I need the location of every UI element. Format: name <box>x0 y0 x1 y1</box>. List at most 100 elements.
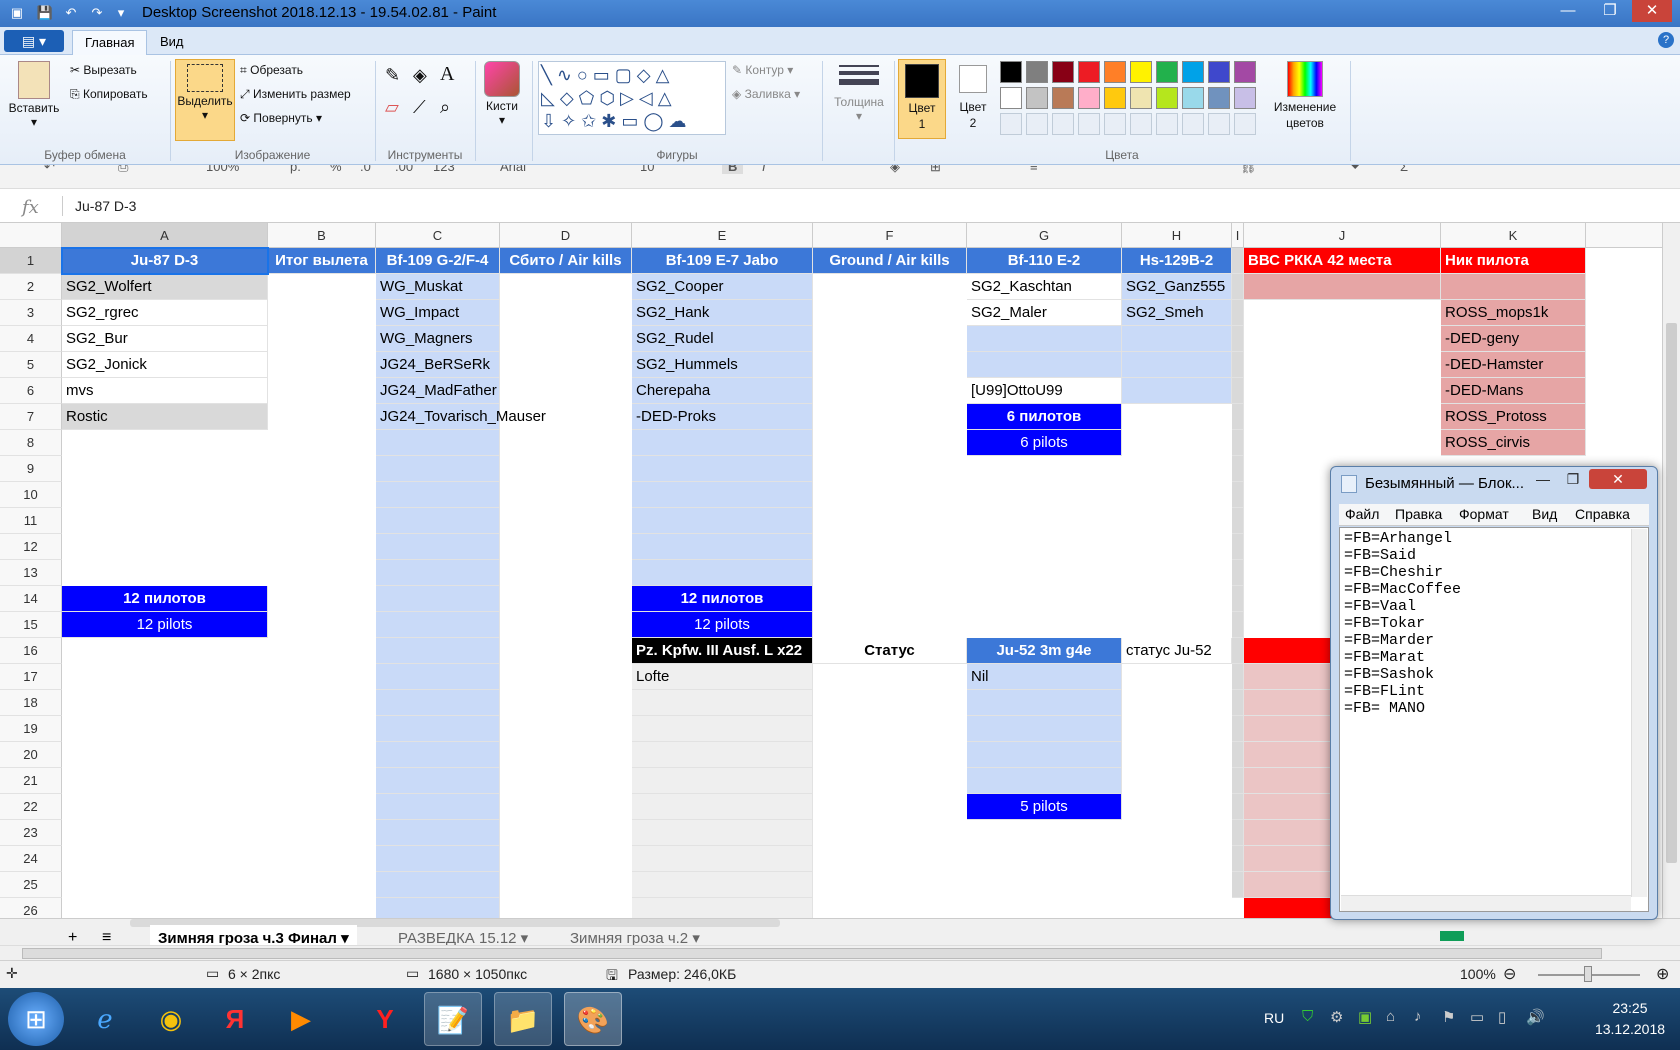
cell-h5[interactable] <box>1122 352 1232 378</box>
notepad-close-button[interactable]: ✕ <box>1589 469 1647 489</box>
cell-a1[interactable]: Ju-87 D-3 <box>62 248 268 274</box>
cell-e18[interactable] <box>632 690 813 716</box>
palette-swatch[interactable] <box>1026 61 1048 83</box>
row-header[interactable]: 11 <box>0 508 62 534</box>
row-header[interactable]: 13 <box>0 560 62 586</box>
cell-c7[interactable]: JG24_Tovarisch_Mauser <box>376 404 546 430</box>
palette-swatch[interactable] <box>1130 87 1152 109</box>
cell-i8[interactable] <box>1232 430 1244 456</box>
cell-j2[interactable] <box>1244 274 1441 300</box>
cell-g22[interactable]: 5 pilots <box>967 794 1122 820</box>
row-header[interactable]: 26 <box>0 898 62 918</box>
color1-button[interactable]: Цвет 1 <box>898 59 946 139</box>
cell-h16[interactable]: статус Ju-52 <box>1122 638 1232 664</box>
vertical-scrollbar[interactable] <box>1662 223 1680 918</box>
cell-c16[interactable] <box>376 638 500 664</box>
cell-a4[interactable]: SG2_Bur <box>62 326 268 352</box>
cell-i11[interactable] <box>1232 508 1244 534</box>
palette-swatch-empty[interactable] <box>1104 113 1126 135</box>
cell-e14[interactable]: 12 пилотов <box>632 586 813 612</box>
palette-swatch[interactable] <box>1234 61 1256 83</box>
crop-button[interactable]: ⌗ Обрезать <box>240 63 303 78</box>
palette-swatch-empty[interactable] <box>1208 113 1230 135</box>
cell-c15[interactable] <box>376 612 500 638</box>
outline-button[interactable]: ✎ Контур ▾ <box>732 63 793 77</box>
cell-c2[interactable]: WG_Muskat <box>376 274 500 300</box>
italic-icon[interactable]: I <box>762 165 766 174</box>
palette-swatch[interactable] <box>1104 87 1126 109</box>
cell-f16[interactable]: Статус <box>813 638 967 664</box>
cell-c25[interactable] <box>376 872 500 898</box>
cell-e15[interactable]: 12 pilots <box>632 612 813 638</box>
chrome-icon[interactable]: ◉ <box>142 992 200 1046</box>
cell-g6[interactable]: [U99]OttoU99 <box>967 378 1122 404</box>
cell-c5[interactable]: JG24_BeRSeRk <box>376 352 500 378</box>
row-header[interactable]: 4 <box>0 326 62 352</box>
row-header[interactable]: 19 <box>0 716 62 742</box>
cell-c18[interactable] <box>376 690 500 716</box>
cell-k6[interactable]: -DED-Mans <box>1441 378 1586 404</box>
copy-button[interactable]: ⎘ Копировать <box>70 87 148 102</box>
cell-e22[interactable] <box>632 794 813 820</box>
cell-i21[interactable] <box>1232 768 1244 794</box>
cell-c14[interactable] <box>376 586 500 612</box>
magnifier-icon[interactable]: ⌕ <box>440 97 450 118</box>
cell-c11[interactable] <box>376 508 500 534</box>
paint-app-icon[interactable]: ▣ <box>8 4 26 22</box>
cell-e5[interactable]: SG2_Hummels <box>632 352 813 378</box>
yandex-browser-icon[interactable]: Y <box>356 992 414 1046</box>
cell-g5[interactable] <box>967 352 1122 378</box>
color-picker-icon[interactable]: ⟋ <box>413 97 426 118</box>
palette-swatch-empty[interactable] <box>1052 113 1074 135</box>
shield-icon[interactable]: ⛉ <box>1302 1008 1313 1025</box>
currency-button[interactable]: р. <box>290 165 301 174</box>
cell-i10[interactable] <box>1232 482 1244 508</box>
align-icon[interactable]: ≡ <box>1030 165 1038 174</box>
cell-e2[interactable]: SG2_Cooper <box>632 274 813 300</box>
font-size-select[interactable]: 10 <box>640 165 654 174</box>
cell-e4[interactable]: SG2_Rudel <box>632 326 813 352</box>
palette-swatch[interactable] <box>1078 87 1100 109</box>
cell-k5[interactable]: -DED-Hamster <box>1441 352 1586 378</box>
cell-a7[interactable]: Rostic <box>62 404 268 430</box>
cell-g1[interactable]: Bf-110 E-2 <box>967 248 1122 274</box>
cell-e6[interactable]: Cherepaha <box>632 378 813 404</box>
maximize-button[interactable]: ❐ <box>1590 0 1630 22</box>
row-header[interactable]: 3 <box>0 300 62 326</box>
zoom-select[interactable]: 100% <box>206 165 239 174</box>
cell-c13[interactable] <box>376 560 500 586</box>
row-header[interactable]: 18 <box>0 690 62 716</box>
cell-e16[interactable]: Pz. Kpfw. III Ausf. L x22 <box>632 638 813 664</box>
notepad-text-area[interactable]: =FB=Arhangel =FB=Said =FB=Cheshir =FB=Ma… <box>1339 527 1649 912</box>
speaker-icon[interactable]: 🔊 <box>1526 1008 1545 1026</box>
vertical-scroll-thumb[interactable] <box>1666 323 1677 863</box>
palette-swatch[interactable] <box>1052 61 1074 83</box>
help-icon[interactable]: ? <box>1658 32 1674 48</box>
row-header[interactable]: 25 <box>0 872 62 898</box>
cell-c9[interactable] <box>376 456 500 482</box>
cell-c8[interactable] <box>376 430 500 456</box>
row-header[interactable]: 2 <box>0 274 62 300</box>
clock[interactable]: 23:25 13.12.2018 <box>1585 998 1675 1040</box>
palette-swatch[interactable] <box>1208 87 1230 109</box>
resize-button[interactable]: ⤢ Изменить размер <box>240 87 351 102</box>
sheet-tab-active[interactable]: Зимняя гроза ч.3 Финал ▾ <box>150 925 357 945</box>
size-button[interactable]: Толщина ▾ <box>828 61 890 123</box>
color2-button[interactable]: Цвет 2 <box>950 59 996 139</box>
zoom-in-icon[interactable]: ⊕ <box>1656 964 1669 984</box>
formula-input[interactable]: Ju-87 D-3 <box>75 198 136 214</box>
zoom-slider-thumb[interactable] <box>1584 966 1592 982</box>
row-header[interactable]: 20 <box>0 742 62 768</box>
notepad-taskbar-icon[interactable]: 📝 <box>424 992 482 1046</box>
notepad-window[interactable]: Безымянный — Блок... — ❐ ✕ Файл Правка Ф… <box>1330 466 1658 920</box>
row-header[interactable]: 8 <box>0 430 62 456</box>
cell-e10[interactable] <box>632 482 813 508</box>
network-icon[interactable]: ⌂ <box>1386 1008 1395 1025</box>
percent-button[interactable]: % <box>330 165 342 174</box>
palette-swatch[interactable] <box>1000 61 1022 83</box>
notepad-horizontal-scrollbar[interactable] <box>1341 895 1631 911</box>
cell-g21[interactable] <box>967 768 1122 794</box>
cell-k4[interactable]: -DED-geny <box>1441 326 1586 352</box>
yandex-icon[interactable]: Я <box>206 992 264 1046</box>
cell-g2[interactable]: SG2_Kaschtan <box>967 274 1122 300</box>
